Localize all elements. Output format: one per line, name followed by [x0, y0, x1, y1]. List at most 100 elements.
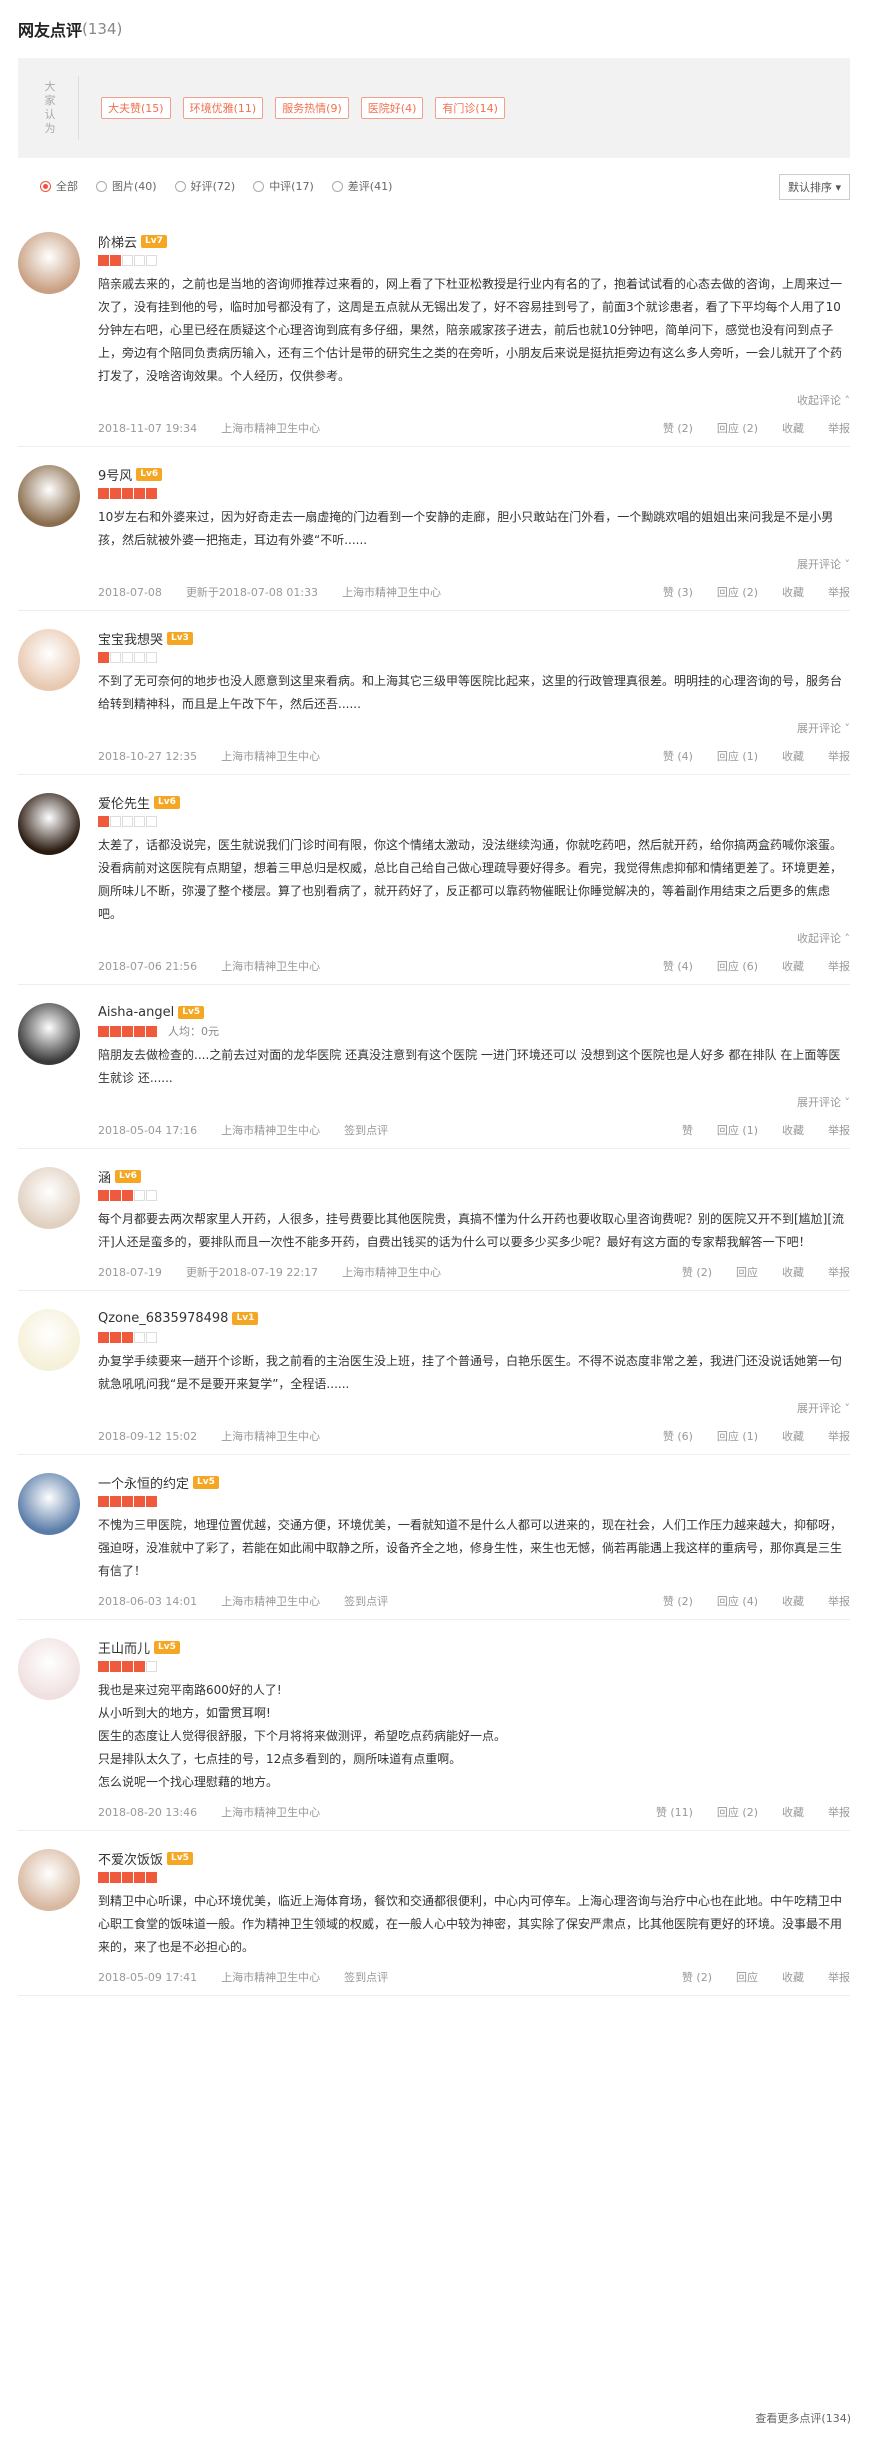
- reply-button[interactable]: 回应: [736, 1969, 758, 1985]
- star-icon: [134, 487, 145, 499]
- reply-button[interactable]: 回应 (4): [717, 1593, 758, 1609]
- avatar[interactable]: [18, 1309, 80, 1371]
- toggle-review-button[interactable]: 收起评论 ˄: [98, 930, 850, 948]
- favorite-button[interactable]: 收藏: [782, 420, 804, 436]
- report-button[interactable]: 举报: [828, 958, 850, 974]
- favorite-button[interactable]: 收藏: [782, 1804, 804, 1820]
- like-button[interactable]: 赞 (2): [663, 1593, 693, 1609]
- filter-option[interactable]: 好评(72): [174, 178, 235, 194]
- reviewer-name[interactable]: Qzone_6835978498: [98, 1311, 228, 1326]
- hospital-name[interactable]: 上海市精神卫生中心: [221, 1593, 320, 1609]
- tag-item[interactable]: 服务热情(9): [275, 97, 349, 119]
- report-button[interactable]: 举报: [828, 1804, 850, 1820]
- reviewer: 宝宝我想哭 Lv3: [98, 629, 850, 648]
- avatar[interactable]: [18, 465, 80, 527]
- toggle-review-button[interactable]: 展开评论 ˅: [98, 1094, 850, 1112]
- filter-option[interactable]: 中评(17): [253, 178, 314, 194]
- favorite-button[interactable]: 收藏: [782, 1264, 804, 1280]
- star-icon: [98, 1495, 109, 1507]
- like-button[interactable]: 赞 (2): [663, 420, 693, 436]
- avatar[interactable]: [18, 1849, 80, 1911]
- favorite-button[interactable]: 收藏: [782, 1593, 804, 1609]
- hospital-name[interactable]: 上海市精神卫生中心: [221, 420, 320, 436]
- reviewer-name[interactable]: 王山而儿: [98, 1638, 150, 1657]
- favorite-button[interactable]: 收藏: [782, 584, 804, 600]
- toggle-review-button[interactable]: 收起评论 ˄: [98, 392, 850, 410]
- like-button[interactable]: 赞 (2): [682, 1264, 712, 1280]
- filter-option-label: 全部: [56, 180, 78, 193]
- like-button[interactable]: 赞 (6): [663, 1428, 693, 1444]
- tag-item[interactable]: 医院好(4): [360, 97, 424, 119]
- toggle-review-button[interactable]: 展开评论 ˅: [98, 556, 850, 574]
- hospital-name[interactable]: 上海市精神卫生中心: [342, 584, 441, 600]
- hospital-name[interactable]: 上海市精神卫生中心: [221, 1122, 320, 1138]
- reply-button[interactable]: 回应 (2): [717, 584, 758, 600]
- reviewer-name[interactable]: 爱伦先生: [98, 793, 150, 812]
- reviewer-name[interactable]: 阶梯云: [98, 232, 137, 251]
- reviewer-name[interactable]: 涵: [98, 1167, 111, 1186]
- filter-option[interactable]: 图片(40): [96, 178, 157, 194]
- tag-item[interactable]: 有门诊(14): [435, 97, 505, 119]
- star-icon: [134, 1331, 145, 1343]
- report-button[interactable]: 举报: [828, 1122, 850, 1138]
- sort-dropdown[interactable]: 默认排序 ▾: [778, 174, 850, 200]
- filter-option[interactable]: 差评(41): [331, 178, 392, 194]
- filter-option[interactable]: 全部: [40, 178, 78, 194]
- reply-button[interactable]: 回应 (6): [717, 958, 758, 974]
- like-button[interactable]: 赞: [682, 1122, 693, 1138]
- star-rating: [98, 1871, 850, 1883]
- like-button[interactable]: 赞 (4): [663, 958, 693, 974]
- hospital-name[interactable]: 上海市精神卫生中心: [221, 1428, 320, 1444]
- reviewer-name[interactable]: 一个永恒的约定: [98, 1473, 189, 1492]
- favorite-button[interactable]: 收藏: [782, 1969, 804, 1985]
- favorite-button[interactable]: 收藏: [782, 958, 804, 974]
- like-button[interactable]: 赞 (3): [663, 584, 693, 600]
- avatar[interactable]: [18, 232, 80, 294]
- toggle-review-button[interactable]: 展开评论 ˅: [98, 720, 850, 738]
- report-button[interactable]: 举报: [828, 748, 850, 764]
- hospital-name[interactable]: 上海市精神卫生中心: [221, 1804, 320, 1820]
- hospital-name[interactable]: 上海市精神卫生中心: [221, 1969, 320, 1985]
- toggle-review-button[interactable]: 展开评论 ˅: [98, 1400, 850, 1418]
- avatar[interactable]: [18, 1003, 80, 1065]
- reviewer-name[interactable]: 宝宝我想哭: [98, 629, 163, 648]
- favorite-button[interactable]: 收藏: [782, 748, 804, 764]
- like-button[interactable]: 赞 (4): [663, 748, 693, 764]
- tag-item[interactable]: 环境优雅(11): [182, 97, 264, 119]
- hospital-name[interactable]: 上海市精神卫生中心: [221, 958, 320, 974]
- tag-item[interactable]: 大夫赞(15): [101, 97, 171, 119]
- avatar[interactable]: [18, 793, 80, 855]
- reply-button[interactable]: 回应 (2): [717, 420, 758, 436]
- report-button[interactable]: 举报: [828, 1428, 850, 1444]
- reply-button[interactable]: 回应 (1): [717, 1122, 758, 1138]
- review-actions: 赞 (3) 回应 (2) 收藏 举报: [639, 574, 850, 610]
- avatar[interactable]: [18, 1167, 80, 1229]
- report-button[interactable]: 举报: [828, 584, 850, 600]
- more-reviews-link[interactable]: 查看更多点评(134): [755, 2410, 851, 2426]
- favorite-button[interactable]: 收藏: [782, 1428, 804, 1444]
- reply-button[interactable]: 回应 (1): [717, 1428, 758, 1444]
- reviewer-name[interactable]: 不爱次饭饭: [98, 1849, 163, 1868]
- level-badge: Lv6: [154, 795, 180, 809]
- report-button[interactable]: 举报: [828, 420, 850, 436]
- hospital-name[interactable]: 上海市精神卫生中心: [221, 748, 320, 764]
- review-item: 涵 Lv6 每个月都要去两次帮家里人开药，人很多，挂号费要比其他医院贵，真搞不懂为什…: [18, 1149, 850, 1291]
- report-button[interactable]: 举报: [828, 1969, 850, 1985]
- avatar[interactable]: [18, 1638, 80, 1700]
- reviewer-name[interactable]: Aisha-angel: [98, 1005, 174, 1020]
- review-date: 2018-07-06 21:56: [98, 959, 198, 973]
- review-meta: 2018-10-27 12:35 上海市精神卫生中心 赞 (4) 回应 (1) 收藏 举报: [98, 738, 850, 774]
- star-icon: [146, 254, 157, 266]
- like-button[interactable]: 赞 (11): [656, 1804, 693, 1820]
- favorite-button[interactable]: 收藏: [782, 1122, 804, 1138]
- report-button[interactable]: 举报: [828, 1593, 850, 1609]
- avatar[interactable]: [18, 1473, 80, 1535]
- avatar[interactable]: [18, 629, 80, 691]
- report-button[interactable]: 举报: [828, 1264, 850, 1280]
- reply-button[interactable]: 回应 (1): [717, 748, 758, 764]
- reviewer-name[interactable]: 9号风: [98, 465, 132, 484]
- reply-button[interactable]: 回应 (2): [717, 1804, 758, 1820]
- like-button[interactable]: 赞 (2): [682, 1969, 712, 1985]
- hospital-name[interactable]: 上海市精神卫生中心: [342, 1264, 441, 1280]
- reply-button[interactable]: 回应: [736, 1264, 758, 1280]
